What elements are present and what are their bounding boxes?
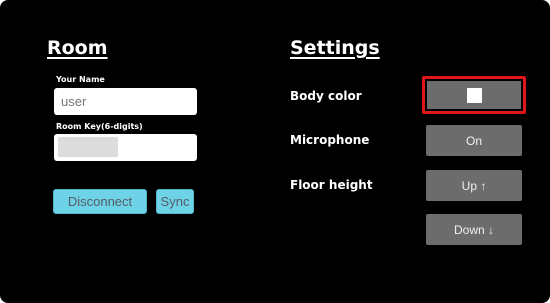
microphone-toggle-button[interactable]: On [426, 125, 522, 156]
floor-up-button[interactable]: Up ↑ [426, 170, 522, 201]
color-swatch [466, 87, 482, 103]
room-key-label: Room Key(6-digits) [56, 122, 143, 131]
body-color-button-face [427, 81, 521, 109]
room-key-input[interactable] [54, 134, 197, 161]
floor-down-button[interactable]: Down ↓ [426, 214, 522, 245]
microphone-label: Microphone [290, 133, 370, 147]
room-title: Room [47, 37, 108, 59]
body-color-button[interactable] [422, 76, 526, 114]
sync-button[interactable]: Sync [156, 189, 194, 214]
your-name-input[interactable] [54, 88, 197, 115]
app-screen: Room Your Name Room Key(6-digits) Discon… [0, 0, 550, 303]
settings-title: Settings [290, 37, 380, 59]
floor-height-label: Floor height [290, 178, 373, 192]
disconnect-button[interactable]: Disconnect [53, 189, 147, 214]
room-key-redaction [58, 137, 118, 157]
your-name-label: Your Name [56, 75, 105, 84]
body-color-label: Body color [290, 89, 362, 103]
